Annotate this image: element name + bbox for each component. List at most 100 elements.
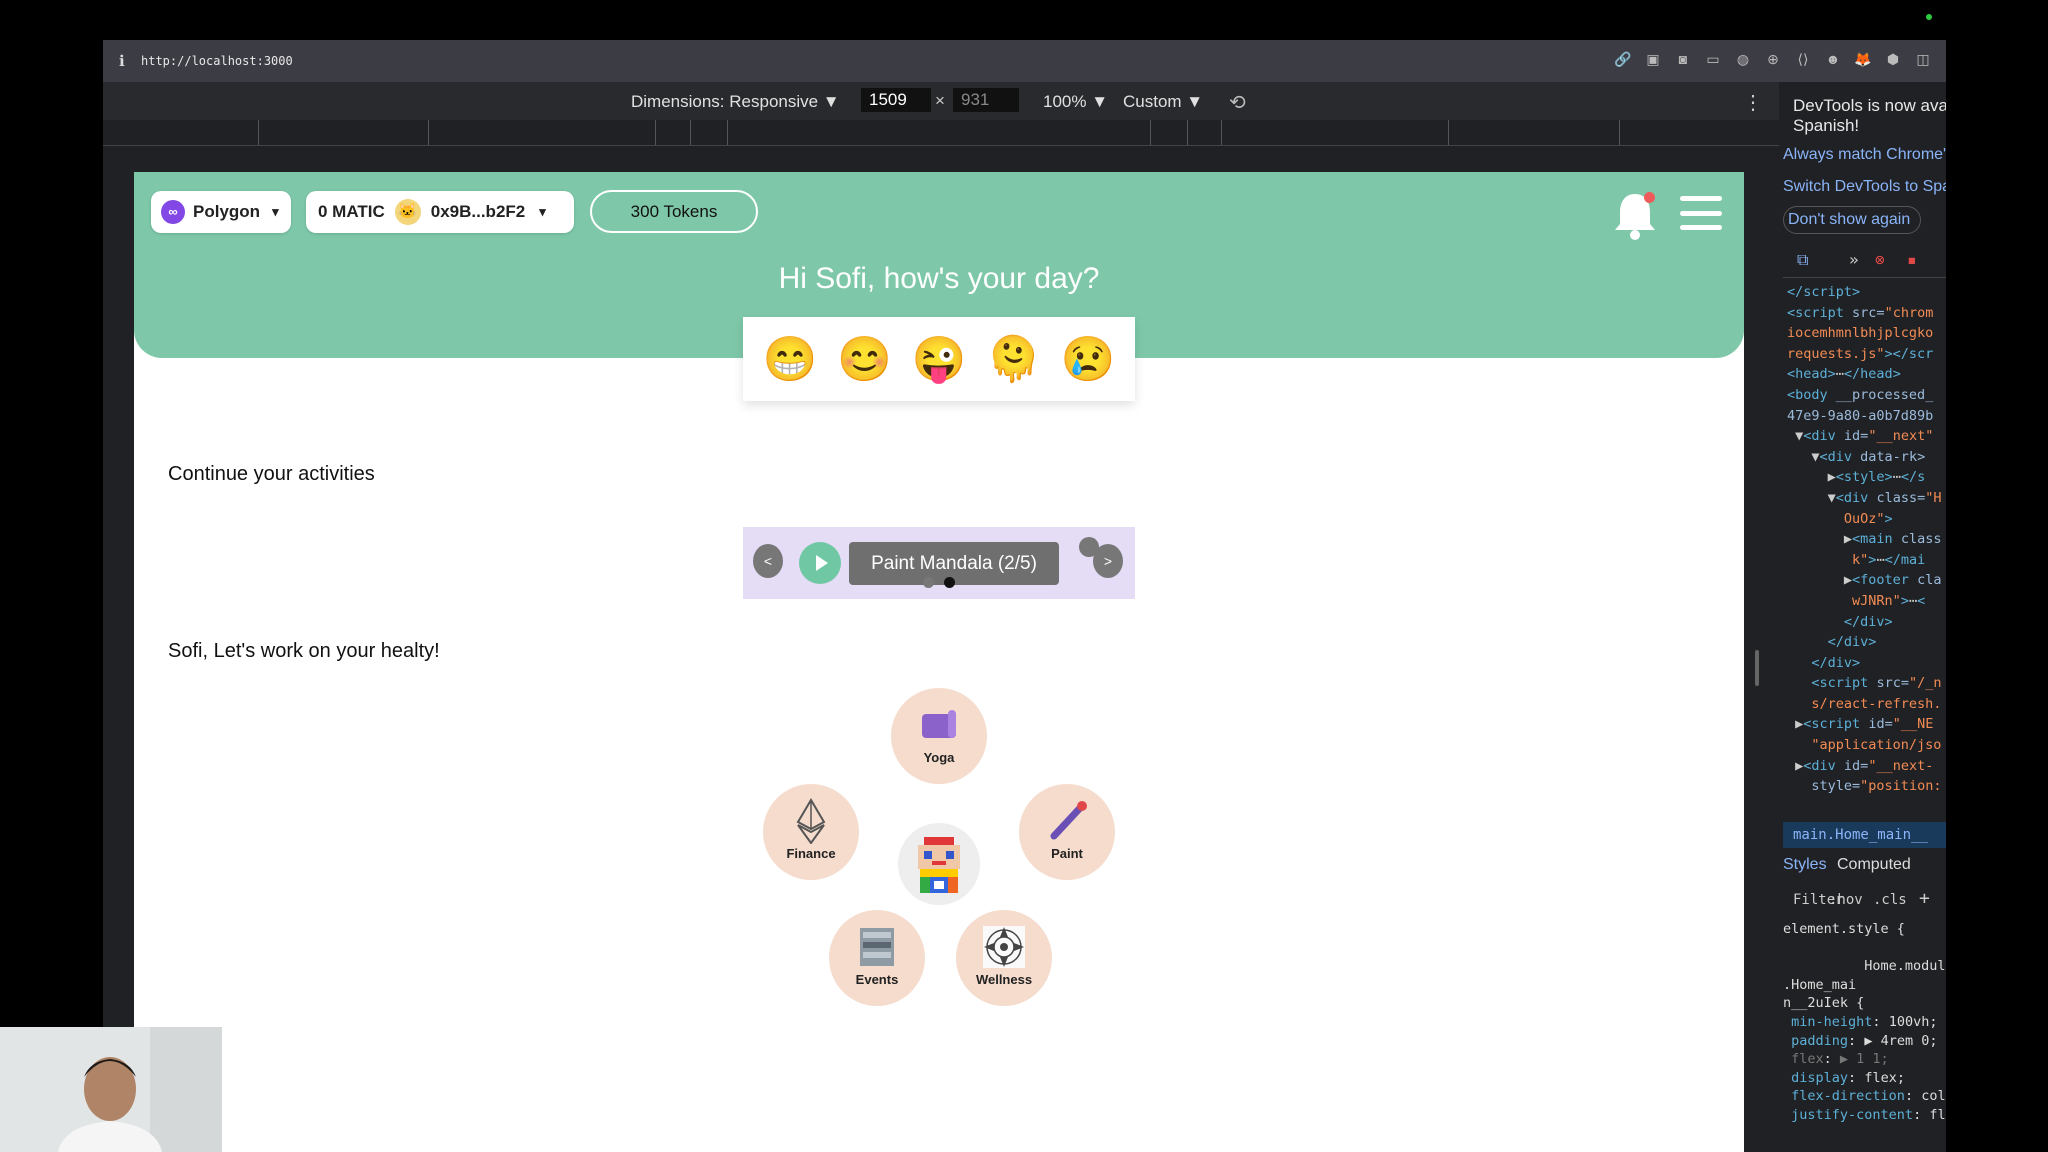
ruler-tick bbox=[258, 120, 259, 145]
wellness-button[interactable]: Wellness bbox=[956, 910, 1052, 1006]
element-style-rule: element.style { bbox=[1783, 921, 1905, 937]
wellness-label: Wellness bbox=[975, 972, 1033, 987]
throttle-dropdown[interactable]: Custom ▼ bbox=[1123, 92, 1203, 112]
carousel-prev-button[interactable]: < bbox=[753, 544, 783, 578]
notice-line: Spanish! bbox=[1793, 116, 1860, 135]
polygon-icon: ∞ bbox=[161, 200, 185, 224]
devtools-resize-handle[interactable] bbox=[1755, 650, 1759, 686]
rule-selector: .Home_mai bbox=[1783, 976, 1857, 993]
ruler-tick bbox=[1221, 120, 1222, 145]
extension-icons: 🔗 ▣ ◙ ▭ ◍ ⊕ ⟨⟩ ☻ 🦊 ⬢ ◫ bbox=[1614, 50, 1932, 68]
styles-filter-bar: Filter :hov .cls + bbox=[1783, 886, 1946, 916]
computed-tab[interactable]: Computed bbox=[1837, 856, 1911, 874]
network-selector[interactable]: ∞ Polygon ▾ bbox=[151, 191, 291, 233]
carousel-dot-active[interactable] bbox=[944, 577, 955, 588]
extension-icon[interactable]: ☻ bbox=[1824, 50, 1842, 68]
url-text[interactable]: http://localhost:3000 bbox=[141, 54, 293, 68]
address-bar[interactable]: ℹ http://localhost:3000 🔗 ▣ ◙ ▭ ◍ ⊕ ⟨⟩ ☻… bbox=[103, 40, 1946, 82]
globe-icon[interactable]: ◍ bbox=[1734, 50, 1752, 68]
chevron-down-icon: ▾ bbox=[272, 204, 279, 219]
mood-smiling-icon[interactable]: 😊 bbox=[837, 333, 892, 385]
carousel-next-button[interactable]: > bbox=[1093, 544, 1123, 578]
wallet-button[interactable]: 0 MATIC 🐱 0x9B...b2F2 ▾ bbox=[306, 191, 574, 233]
css-val: flex; bbox=[1864, 1069, 1905, 1086]
camera-icon[interactable]: ◙ bbox=[1674, 50, 1692, 68]
styles-rules[interactable]: element.style { Home.module .Home_mai n_… bbox=[1783, 920, 1946, 1125]
crosshair-icon[interactable]: ⊕ bbox=[1764, 50, 1782, 68]
balance-label: 0 MATIC bbox=[318, 202, 385, 221]
css-val: column; bbox=[1921, 1088, 1946, 1105]
mood-melting-icon[interactable]: 🫠 bbox=[986, 333, 1041, 385]
mood-crying-icon[interactable]: 😢 bbox=[1060, 333, 1115, 385]
metamask-icon[interactable]: 🦊 bbox=[1854, 50, 1872, 68]
paint-button[interactable]: Paint bbox=[1019, 784, 1115, 880]
events-button[interactable]: Events bbox=[829, 910, 925, 1006]
devtools-tabs: ⧉ » ⊗ ▪ bbox=[1783, 242, 1946, 278]
switch-language-button[interactable]: Switch DevTools to Spanish bbox=[1783, 178, 1946, 196]
ruler-tick bbox=[1619, 120, 1620, 145]
elements-tree[interactable]: </script> <script src="chrom iocemhmnlbh… bbox=[1787, 282, 1946, 797]
pixel-character-icon bbox=[918, 837, 960, 893]
webcam-person-image bbox=[0, 1027, 222, 1152]
mood-grinning-icon[interactable]: 😁 bbox=[763, 333, 818, 385]
health-title: Sofi, Let's work on your healty! bbox=[168, 640, 440, 662]
yoga-label: Yoga bbox=[923, 750, 955, 765]
ruler-tick bbox=[727, 120, 728, 145]
events-photo-icon bbox=[854, 924, 900, 970]
tokens-button[interactable]: 300 Tokens bbox=[590, 190, 758, 233]
add-rule-icon[interactable]: + bbox=[1919, 888, 1930, 909]
rotate-icon[interactable]: ⟲ bbox=[1229, 90, 1246, 115]
ruler-divider bbox=[103, 145, 1779, 146]
info-icon[interactable]: ℹ bbox=[119, 52, 141, 70]
more-tabs-icon[interactable]: » bbox=[1849, 250, 1859, 269]
carousel-dot[interactable] bbox=[923, 577, 934, 588]
menu-bar bbox=[1680, 210, 1722, 216]
ruler-tick bbox=[1150, 120, 1151, 145]
mandala-icon bbox=[981, 924, 1027, 970]
carousel-dots bbox=[923, 577, 955, 588]
code-icon[interactable]: ⟨⟩ bbox=[1794, 50, 1812, 68]
webcam-overlay bbox=[0, 1027, 222, 1152]
pixel-avatar[interactable] bbox=[898, 823, 980, 905]
yoga-button[interactable]: Yoga bbox=[891, 688, 987, 784]
paint-label: Paint bbox=[1051, 846, 1083, 861]
window-icon[interactable]: ▭ bbox=[1704, 50, 1722, 68]
height-input[interactable]: 931 bbox=[953, 88, 1019, 112]
dimensions-dropdown[interactable]: Dimensions: Responsive ▼ bbox=[631, 92, 840, 112]
css-val: ▶ 1 1; bbox=[1839, 1051, 1889, 1068]
finance-button[interactable]: Finance bbox=[763, 784, 859, 880]
sidebar-icon[interactable]: ◫ bbox=[1914, 50, 1932, 68]
play-icon[interactable] bbox=[799, 542, 841, 584]
device-toggle-icon[interactable]: ⧉ bbox=[1797, 250, 1808, 270]
mood-winking-tongue-icon[interactable]: 😜 bbox=[912, 333, 967, 385]
css-prop: flex-direction bbox=[1791, 1088, 1905, 1105]
zoom-dropdown[interactable]: 100% ▼ bbox=[1043, 92, 1108, 112]
ruler-tick bbox=[1187, 120, 1188, 145]
ruler-tick bbox=[690, 120, 691, 145]
activities-title: Continue your activities bbox=[168, 463, 375, 485]
selected-node-breadcrumb[interactable]: main.Home_main__ bbox=[1783, 822, 1946, 848]
status-indicator bbox=[1926, 14, 1932, 20]
issues-icon[interactable]: ▪ bbox=[1907, 250, 1917, 269]
styles-tab[interactable]: Styles bbox=[1783, 856, 1827, 874]
paintbrush-icon bbox=[1044, 798, 1090, 844]
cls-button[interactable]: .cls bbox=[1873, 892, 1907, 908]
ruler-tick bbox=[1448, 120, 1449, 145]
width-input[interactable]: 1509 bbox=[861, 88, 931, 112]
ruler-tick bbox=[655, 120, 656, 145]
source-file-link[interactable]: Home.module bbox=[1864, 958, 1946, 974]
error-icon[interactable]: ⊗ bbox=[1875, 250, 1885, 269]
more-options-icon[interactable]: ⋮ bbox=[1743, 90, 1763, 115]
notification-bell-icon[interactable] bbox=[1612, 190, 1658, 242]
link-icon[interactable]: 🔗 bbox=[1614, 50, 1632, 68]
app-viewport: ∞ Polygon ▾ 0 MATIC 🐱 0x9B...b2F2 ▾ 300 … bbox=[134, 172, 1744, 1152]
css-val: ▶ 4rem 0; bbox=[1864, 1032, 1938, 1049]
greeting-title: Hi Sofi, how's your day? bbox=[778, 262, 1100, 295]
notice-line: DevTools is now available in bbox=[1793, 96, 1946, 115]
hov-button[interactable]: :hov bbox=[1829, 892, 1863, 908]
dont-show-again-button[interactable]: Don't show again bbox=[1783, 206, 1921, 234]
screenshot-icon[interactable]: ▣ bbox=[1644, 50, 1662, 68]
shield-icon[interactable]: ⬢ bbox=[1884, 50, 1902, 68]
hamburger-menu-icon[interactable] bbox=[1680, 196, 1722, 230]
match-language-button[interactable]: Always match Chrome's language bbox=[1783, 146, 1946, 164]
